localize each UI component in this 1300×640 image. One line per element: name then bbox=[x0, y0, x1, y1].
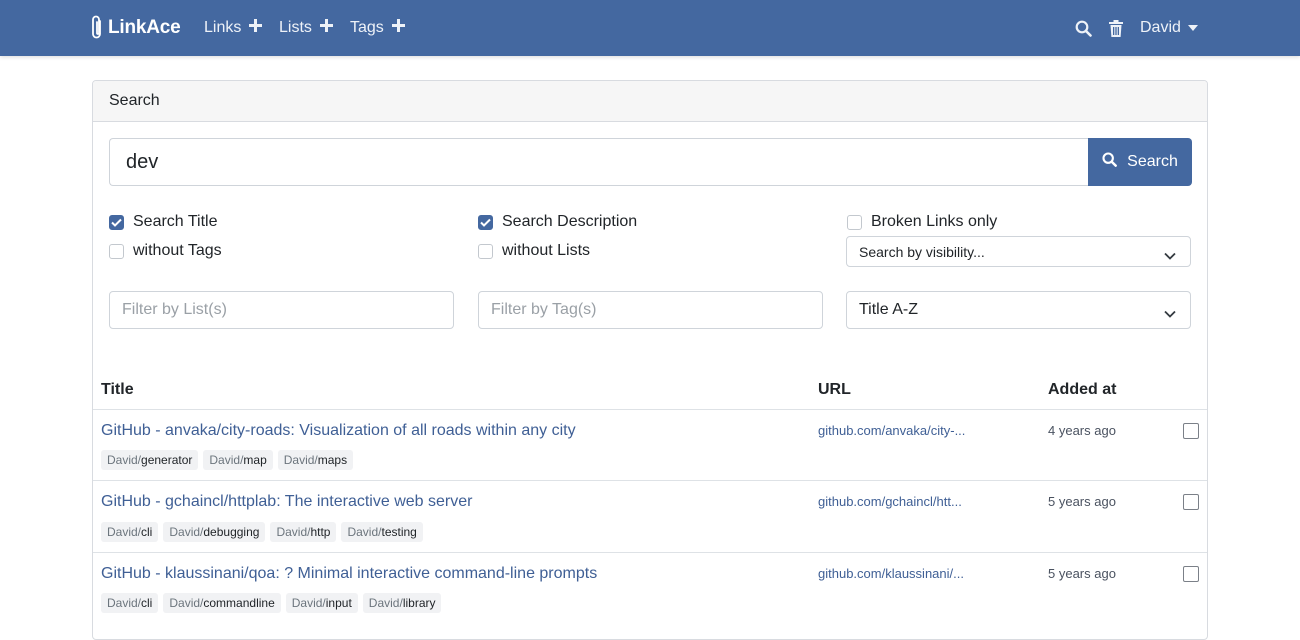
filter-lists-input[interactable]: Filter by List(s) bbox=[109, 291, 454, 329]
tag[interactable]: David/map bbox=[203, 450, 273, 470]
filter-tags-placeholder: Filter by Tag(s) bbox=[491, 301, 597, 318]
link-title[interactable]: GitHub - anvaka/city-roads: Visualizatio… bbox=[101, 422, 576, 440]
without-lists-label: without Lists bbox=[502, 242, 591, 259]
order-select[interactable]: Title A-Z bbox=[846, 291, 1191, 329]
table-row: GitHub - klaussinani/qoa: ? Minimal inte… bbox=[93, 552, 1207, 624]
filter-lists-placeholder: Filter by List(s) bbox=[122, 301, 227, 318]
order-select-value: Title A-Z bbox=[859, 301, 918, 318]
nav-lists-label: Lists bbox=[279, 19, 312, 36]
column-title[interactable]: Title bbox=[101, 381, 134, 399]
broken-links-label: Broken Links only bbox=[871, 213, 998, 230]
checkbox-box bbox=[847, 214, 862, 230]
link-url[interactable]: github.com/anvaka/city-... bbox=[818, 423, 965, 438]
row-select-checkbox[interactable] bbox=[1183, 494, 1199, 510]
tag[interactable]: David/library bbox=[362, 593, 442, 613]
row-select-checkbox[interactable] bbox=[1183, 423, 1199, 439]
checkbox-box bbox=[478, 243, 493, 259]
without-tags-checkbox[interactable]: without Tags bbox=[109, 241, 222, 261]
tag[interactable]: David/testing bbox=[341, 522, 423, 542]
card-title: Search bbox=[109, 92, 160, 109]
link-title[interactable]: GitHub - klaussinani/qoa: ? Minimal inte… bbox=[101, 565, 597, 583]
nav-lists[interactable]: Lists bbox=[279, 18, 333, 38]
caret-down-icon bbox=[1187, 25, 1198, 31]
tag-list: David/cli David/commandline David/input … bbox=[101, 593, 446, 613]
link-url[interactable]: github.com/klaussinani/... bbox=[818, 566, 964, 581]
search-button[interactable]: Search bbox=[1088, 138, 1192, 186]
row-select-checkbox[interactable] bbox=[1183, 566, 1199, 582]
top-navbar: LinkAce Links Lists Tags David bbox=[0, 0, 1300, 56]
nav-tags-label: Tags bbox=[350, 19, 384, 36]
search-query-value: dev bbox=[126, 150, 159, 173]
without-tags-label: without Tags bbox=[133, 242, 222, 259]
search-title-checkbox[interactable]: Search Title bbox=[109, 212, 217, 232]
table-row: GitHub - gchaincl/httplab: The interacti… bbox=[93, 480, 1207, 552]
nav-tags[interactable]: Tags bbox=[350, 18, 405, 38]
search-title-label: Search Title bbox=[133, 213, 218, 230]
checkbox-box bbox=[109, 243, 124, 259]
chevron-down-icon bbox=[1164, 305, 1176, 323]
plus-icon[interactable] bbox=[249, 19, 263, 37]
search-description-checkbox[interactable]: Search Description bbox=[478, 212, 637, 232]
visibility-select-value: Search by visibility... bbox=[859, 243, 985, 260]
link-url[interactable]: github.com/gchaincl/htt... bbox=[818, 494, 962, 509]
paperclip-icon bbox=[90, 15, 104, 41]
broken-links-checkbox[interactable]: Broken Links only bbox=[847, 212, 997, 232]
column-added-at[interactable]: Added at bbox=[1048, 381, 1116, 399]
search-icon bbox=[1102, 152, 1127, 172]
link-title[interactable]: GitHub - gchaincl/httplab: The interacti… bbox=[101, 493, 472, 511]
trash-icon[interactable] bbox=[1109, 17, 1123, 39]
search-button-label: Search bbox=[1127, 153, 1178, 170]
tag[interactable]: David/http bbox=[270, 522, 337, 542]
added-at: 5 years ago bbox=[1048, 494, 1116, 509]
card-header: Search bbox=[93, 81, 1207, 122]
tag[interactable]: David/debugging bbox=[163, 522, 266, 542]
tag[interactable]: David/generator bbox=[101, 450, 199, 470]
check-icon bbox=[478, 214, 493, 230]
table-row: GitHub - anvaka/city-roads: Visualizatio… bbox=[93, 409, 1207, 480]
tag[interactable]: David/cli bbox=[101, 593, 159, 613]
visibility-select[interactable]: Search by visibility... bbox=[846, 236, 1191, 267]
brand-link[interactable]: LinkAce bbox=[90, 15, 181, 41]
filter-tags-input[interactable]: Filter by Tag(s) bbox=[478, 291, 823, 329]
user-menu[interactable]: David bbox=[1140, 17, 1198, 39]
tag[interactable]: David/commandline bbox=[163, 593, 281, 613]
search-card: Search dev Search Search Title Search De… bbox=[92, 80, 1208, 640]
user-name: David bbox=[1140, 19, 1181, 36]
check-icon bbox=[109, 214, 124, 230]
added-at: 4 years ago bbox=[1048, 423, 1116, 438]
tag[interactable]: David/cli bbox=[101, 522, 159, 542]
plus-icon[interactable] bbox=[391, 19, 405, 37]
without-lists-checkbox[interactable]: without Lists bbox=[478, 241, 590, 261]
search-icon[interactable] bbox=[1075, 17, 1092, 39]
chevron-down-icon bbox=[1164, 247, 1176, 263]
brand-name: LinkAce bbox=[108, 17, 181, 38]
search-description-label: Search Description bbox=[502, 213, 638, 230]
search-query-input[interactable]: dev bbox=[109, 138, 1089, 186]
nav-links[interactable]: Links bbox=[204, 18, 263, 38]
added-at: 5 years ago bbox=[1048, 566, 1116, 581]
plus-icon[interactable] bbox=[319, 19, 333, 37]
nav-links-label: Links bbox=[204, 19, 242, 36]
tag[interactable]: David/maps bbox=[277, 450, 354, 470]
tag-list: David/cli David/debugging David/http Dav… bbox=[101, 522, 428, 542]
tag-list: David/generator David/map David/maps bbox=[101, 450, 358, 470]
tag[interactable]: David/input bbox=[285, 593, 358, 613]
column-url[interactable]: URL bbox=[818, 381, 851, 399]
